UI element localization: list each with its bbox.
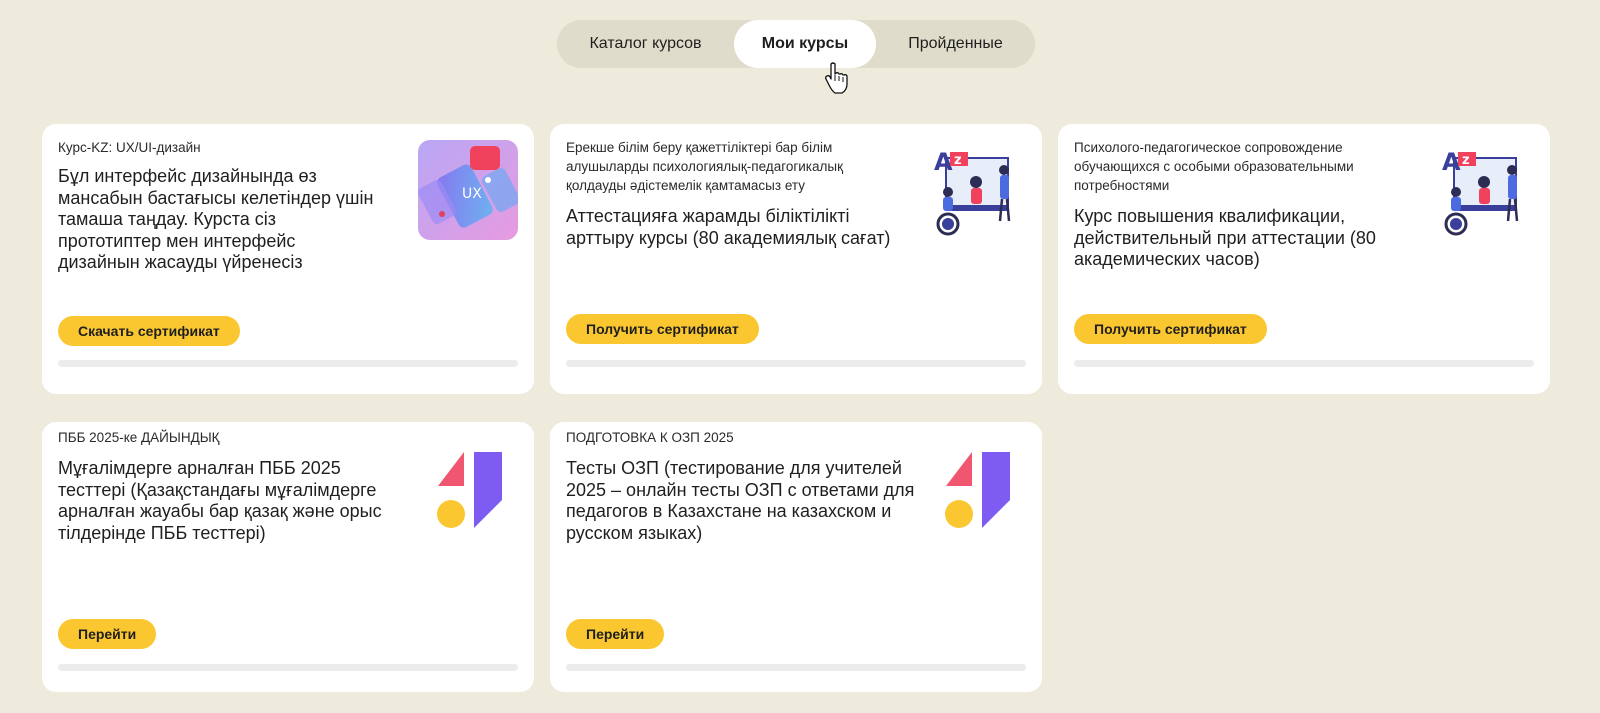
course-category: Ерекше білім беру қажеттіліктері бар біл… — [566, 140, 843, 193]
course-card: Психолого-педагогическое сопровождение о… — [1058, 124, 1550, 394]
course-title: Курс повышения квалификации, действитель… — [1074, 206, 1376, 269]
course-title: Мұғалімдерге арналған ПББ 2025 тесттері … — [58, 458, 382, 543]
course-card: Ерекше білім беру қажеттіліктері бар біл… — [550, 124, 1042, 394]
brand-shapes-logo-icon — [437, 452, 502, 528]
course-category: ПББ 2025-ке ДАЙЫНДЫҚ — [58, 430, 220, 445]
brand-shapes-logo-icon — [945, 452, 1010, 528]
tab-my-courses[interactable]: Мои курсы — [734, 20, 876, 68]
course-progress-bar — [58, 360, 518, 367]
go-button[interactable]: Перейти — [58, 619, 157, 649]
tab-completed[interactable]: Пройденные — [876, 20, 1035, 68]
ux-ui-phone-illustration-icon: UX — [418, 140, 518, 240]
svg-text:z: z — [1462, 153, 1470, 168]
svg-text:UX: UX — [462, 186, 482, 202]
course-tabs: Каталог курсов Мои курсы Пройденные — [557, 20, 1035, 68]
hand-cursor-icon — [825, 62, 848, 94]
course-progress-bar — [58, 664, 518, 671]
course-card: ПББ 2025-ке ДАЙЫНДЫҚ Мұғалімдерге арналғ… — [42, 422, 534, 692]
classroom-illustration-icon: A z — [1442, 148, 1519, 236]
course-progress-bar — [566, 360, 1026, 367]
tab-catalog[interactable]: Каталог курсов — [557, 20, 734, 68]
course-progress-bar — [1074, 360, 1534, 367]
course-category: ПОДГОТОВКА К ОЗП 2025 — [566, 430, 734, 445]
course-title: Аттестацияға жарамды біліктілікті арттыр… — [566, 206, 891, 248]
svg-text:z: z — [954, 153, 962, 168]
course-title: Тесты ОЗП (тестирование для учителей 202… — [566, 458, 915, 543]
course-progress-bar — [566, 664, 1026, 671]
course-card: ПОДГОТОВКА К ОЗП 2025 Тесты ОЗП (тестиро… — [550, 422, 1042, 692]
get-certificate-button[interactable]: Получить сертификат — [1074, 314, 1267, 344]
get-certificate-button[interactable]: Получить сертификат — [566, 314, 759, 344]
course-category: Психолого-педагогическое сопровождение о… — [1074, 140, 1354, 193]
course-card: Курс-KZ: UX/UI-дизайн Бұл интерфейс диза… — [42, 124, 534, 394]
download-certificate-button[interactable]: Скачать сертификат — [58, 316, 240, 346]
classroom-illustration-icon: A z — [934, 148, 1011, 236]
course-category: Курс-KZ: UX/UI-дизайн — [58, 140, 201, 155]
course-title: Бұл интерфейс дизайнында өз мансабын бас… — [58, 166, 374, 272]
go-button[interactable]: Перейти — [566, 619, 665, 649]
